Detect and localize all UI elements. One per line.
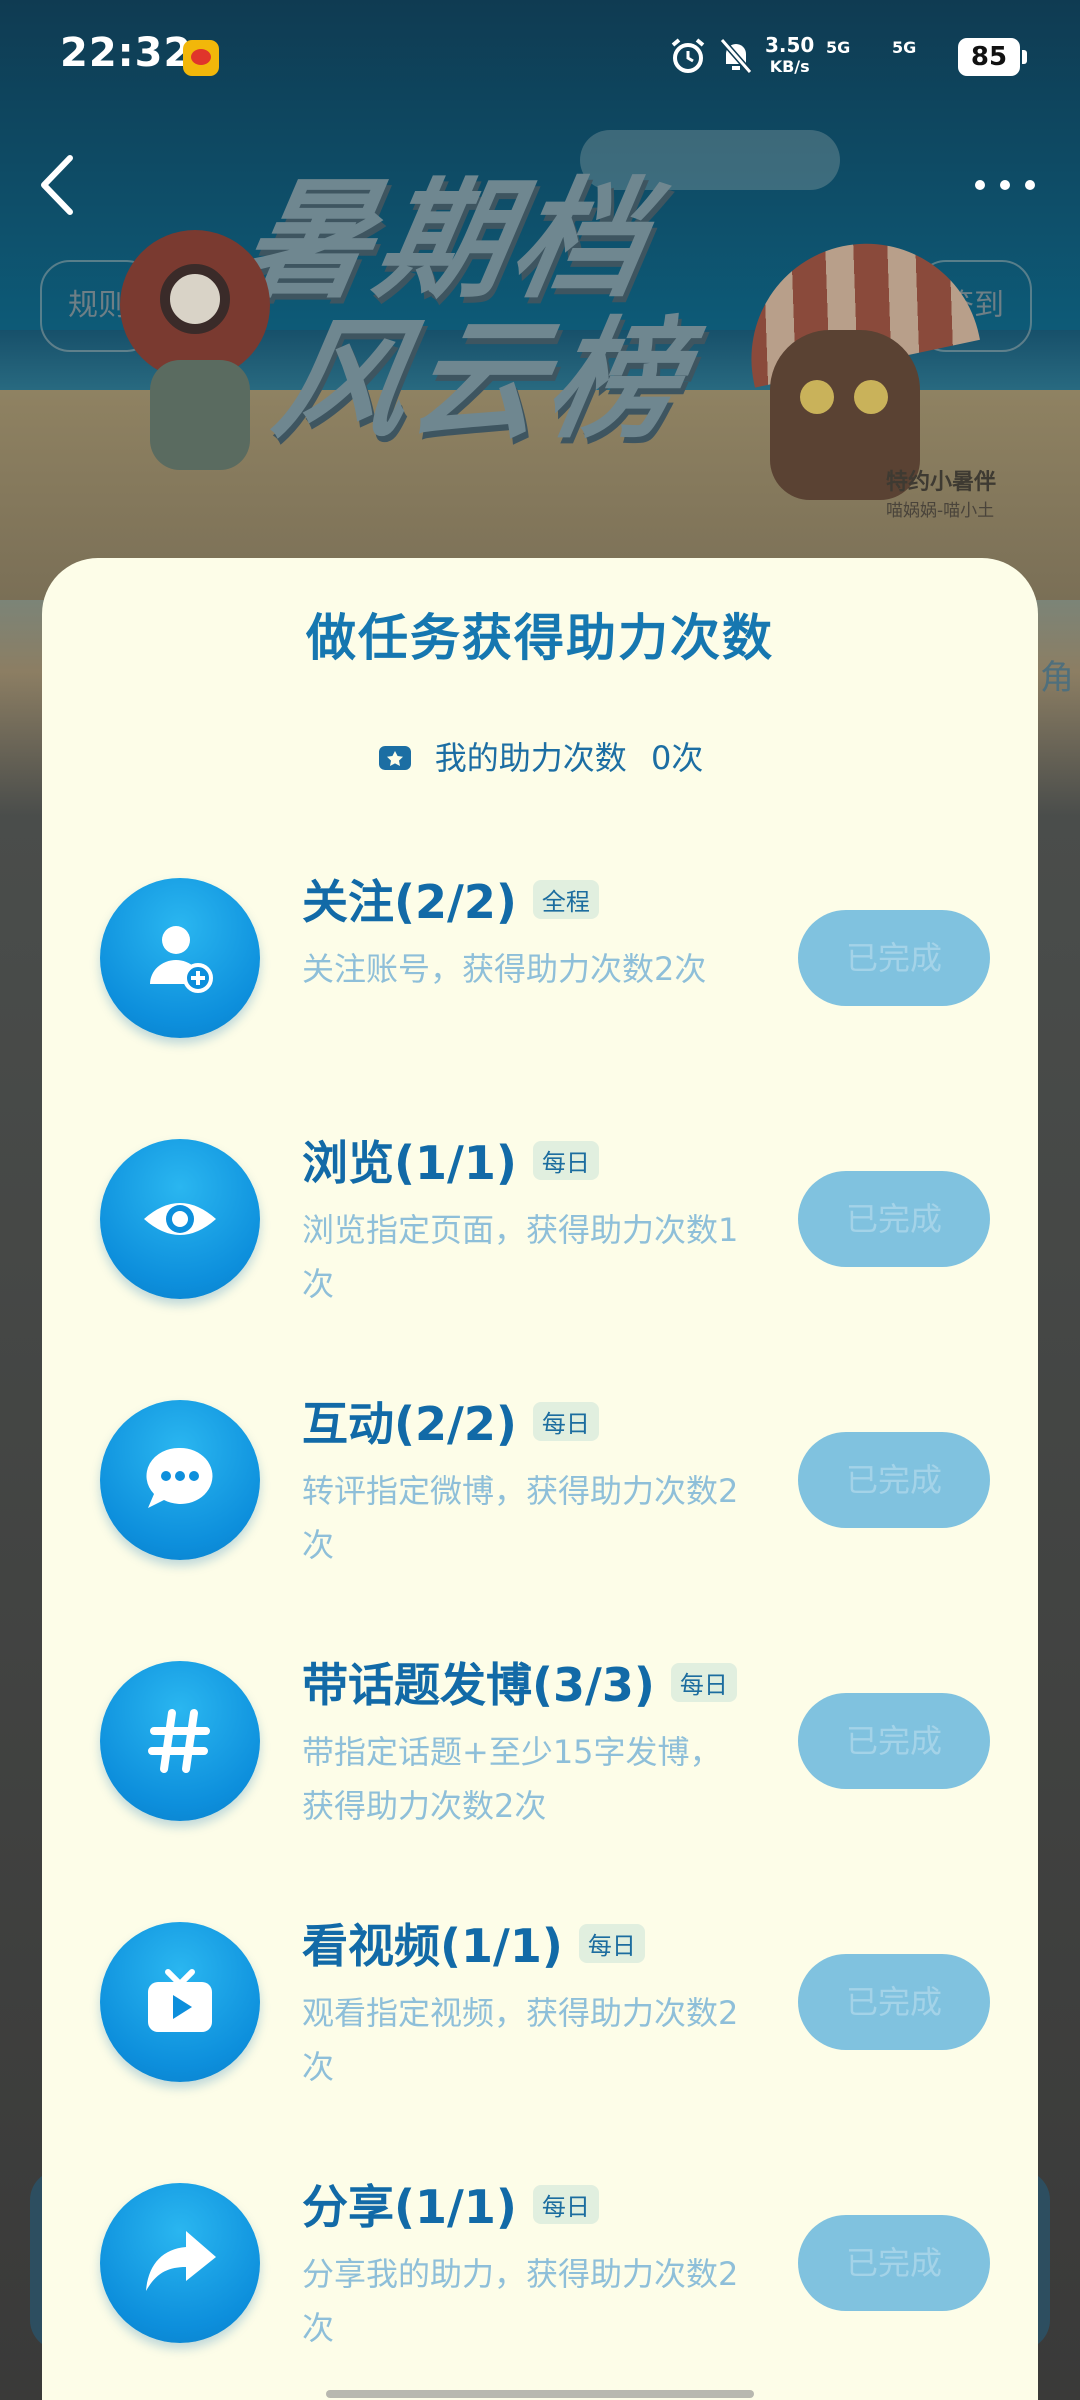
my-boost-count: 我的助力次数 0次 (42, 733, 1038, 779)
task-description: 关注账号，获得助力次数2次 (302, 950, 707, 988)
background-side-text: 角 (1040, 658, 1074, 698)
mute-bell-icon (719, 38, 753, 74)
task-title: 浏览(1/1) 每日 (302, 1127, 599, 1193)
battery-indicator: 85 (958, 38, 1027, 76)
task-title-text: 带话题发博(3/3) (302, 1658, 655, 1712)
task-title-text: 互动(2/2) (302, 1397, 517, 1451)
task-completed-button[interactable]: 已完成 (798, 1432, 990, 1528)
task-completed-button[interactable]: 已完成 (798, 910, 990, 1006)
task-description: 转评指定微博，获得助力次数2次 (302, 1472, 739, 1564)
task-title: 带话题发博(3/3) 每日 (302, 1649, 737, 1715)
share-arrow-icon (146, 2231, 216, 2291)
task-completed-button[interactable]: 已完成 (798, 2215, 990, 2311)
task-item-watch-video: 看视频(1/1) 每日 观看指定视频，获得助力次数2次 已完成 (42, 1902, 1038, 2132)
task-item-topic-post: 带话题发博(3/3) 每日 带指定话题+至少15字发博，获得助力次数2次 已完成 (42, 1641, 1038, 1871)
my-boost-count-value: 0次 (650, 739, 704, 777)
task-icon-circle (100, 1400, 260, 1560)
task-completed-button[interactable]: 已完成 (798, 1693, 990, 1789)
task-frequency-tag: 每日 (532, 2185, 599, 2224)
banner-title-line2: 风云榜 (264, 304, 700, 456)
chat-bubble-icon (146, 1447, 213, 1508)
task-description: 分享我的助力，获得助力次数2次 (302, 2255, 739, 2347)
task-title: 互动(2/2) 每日 (302, 1388, 599, 1454)
signal-5g-1: 5G (826, 38, 851, 57)
task-title-text: 分享(1/1) (302, 2180, 517, 2234)
ticket-icon (378, 746, 411, 770)
task-description: 观看指定视频，获得助力次数2次 (302, 1994, 739, 2086)
status-bar: 22:32 3.50 KB/s 5G 5G 85 (0, 0, 1080, 112)
task-title: 分享(1/1) 每日 (302, 2171, 599, 2237)
network-speed-unit: KB/s (769, 57, 810, 76)
partner-names: 喵娲娲-喵小土 (886, 501, 995, 521)
weibo-mascot-body (150, 360, 250, 470)
task-title-text: 浏览(1/1) (302, 1136, 517, 1190)
follow-user-icon (150, 926, 213, 993)
task-frequency-tag: 每日 (578, 1924, 645, 1963)
status-time: 22:32 (60, 30, 193, 76)
task-frequency-tag: 每日 (670, 1663, 737, 1702)
banner-title: 暑期档 风云榜 (205, 164, 814, 456)
more-dots-icon[interactable] (970, 165, 1040, 205)
banner-title-line1: 暑期档 (228, 164, 664, 316)
task-title-text: 看视频(1/1) (302, 1919, 563, 1973)
task-completed-button[interactable]: 已完成 (798, 1171, 990, 1267)
weibo-app-icon (183, 40, 219, 76)
task-icon-circle (100, 878, 260, 1038)
task-icon-circle (100, 1661, 260, 1821)
task-completed-button[interactable]: 已完成 (798, 1954, 990, 2050)
task-item-browse: 浏览(1/1) 每日 浏览指定页面，获得助力次数1次 已完成 (42, 1119, 1038, 1349)
task-icon-circle (100, 1139, 260, 1299)
task-frequency-tag: 每日 (532, 1402, 599, 1441)
back-chevron-icon[interactable] (30, 150, 90, 220)
partner-title: 特约小暑伴 (886, 470, 997, 495)
signal-5g-2: 5G (892, 38, 917, 57)
task-description: 带指定话题+至少15字发博，获得助力次数2次 (302, 1733, 722, 1825)
alarm-icon (671, 38, 705, 73)
sheet-title: 做任务获得助力次数 (306, 609, 774, 667)
task-frequency-tag: 每日 (532, 1141, 599, 1180)
task-item-follow: 关注(2/2) 全程 关注账号，获得助力次数2次 已完成 (42, 858, 1038, 1088)
task-frequency-tag: 全程 (532, 880, 599, 919)
task-item-interact: 互动(2/2) 每日 转评指定微博，获得助力次数2次 已完成 (42, 1380, 1038, 1610)
task-icon-circle (100, 1922, 260, 2082)
weibo-mascot (120, 230, 270, 380)
task-icon-circle (100, 2183, 260, 2343)
video-tv-icon (148, 1969, 212, 2032)
task-item-share: 分享(1/1) 每日 分享我的助力，获得助力次数2次 已完成 (42, 2163, 1038, 2393)
home-indicator[interactable] (326, 2390, 754, 2398)
hashtag-icon (148, 1709, 210, 1773)
eye-icon (144, 1203, 216, 1235)
network-speed: 3.50 KB/s (765, 34, 814, 78)
my-boost-count-label: 我的助力次数 (434, 739, 627, 777)
network-speed-value: 3.50 (765, 33, 815, 57)
task-title: 看视频(1/1) 每日 (302, 1910, 645, 1976)
task-title-text: 关注(2/2) (302, 875, 517, 929)
task-title: 关注(2/2) 全程 (302, 866, 599, 932)
task-sheet: 做任务获得助力次数 我的助力次数 0次 关注(2/2) 全程 关注账号，获得助力次… (42, 558, 1038, 2400)
task-description: 浏览指定页面，获得助力次数1次 (302, 1211, 739, 1303)
